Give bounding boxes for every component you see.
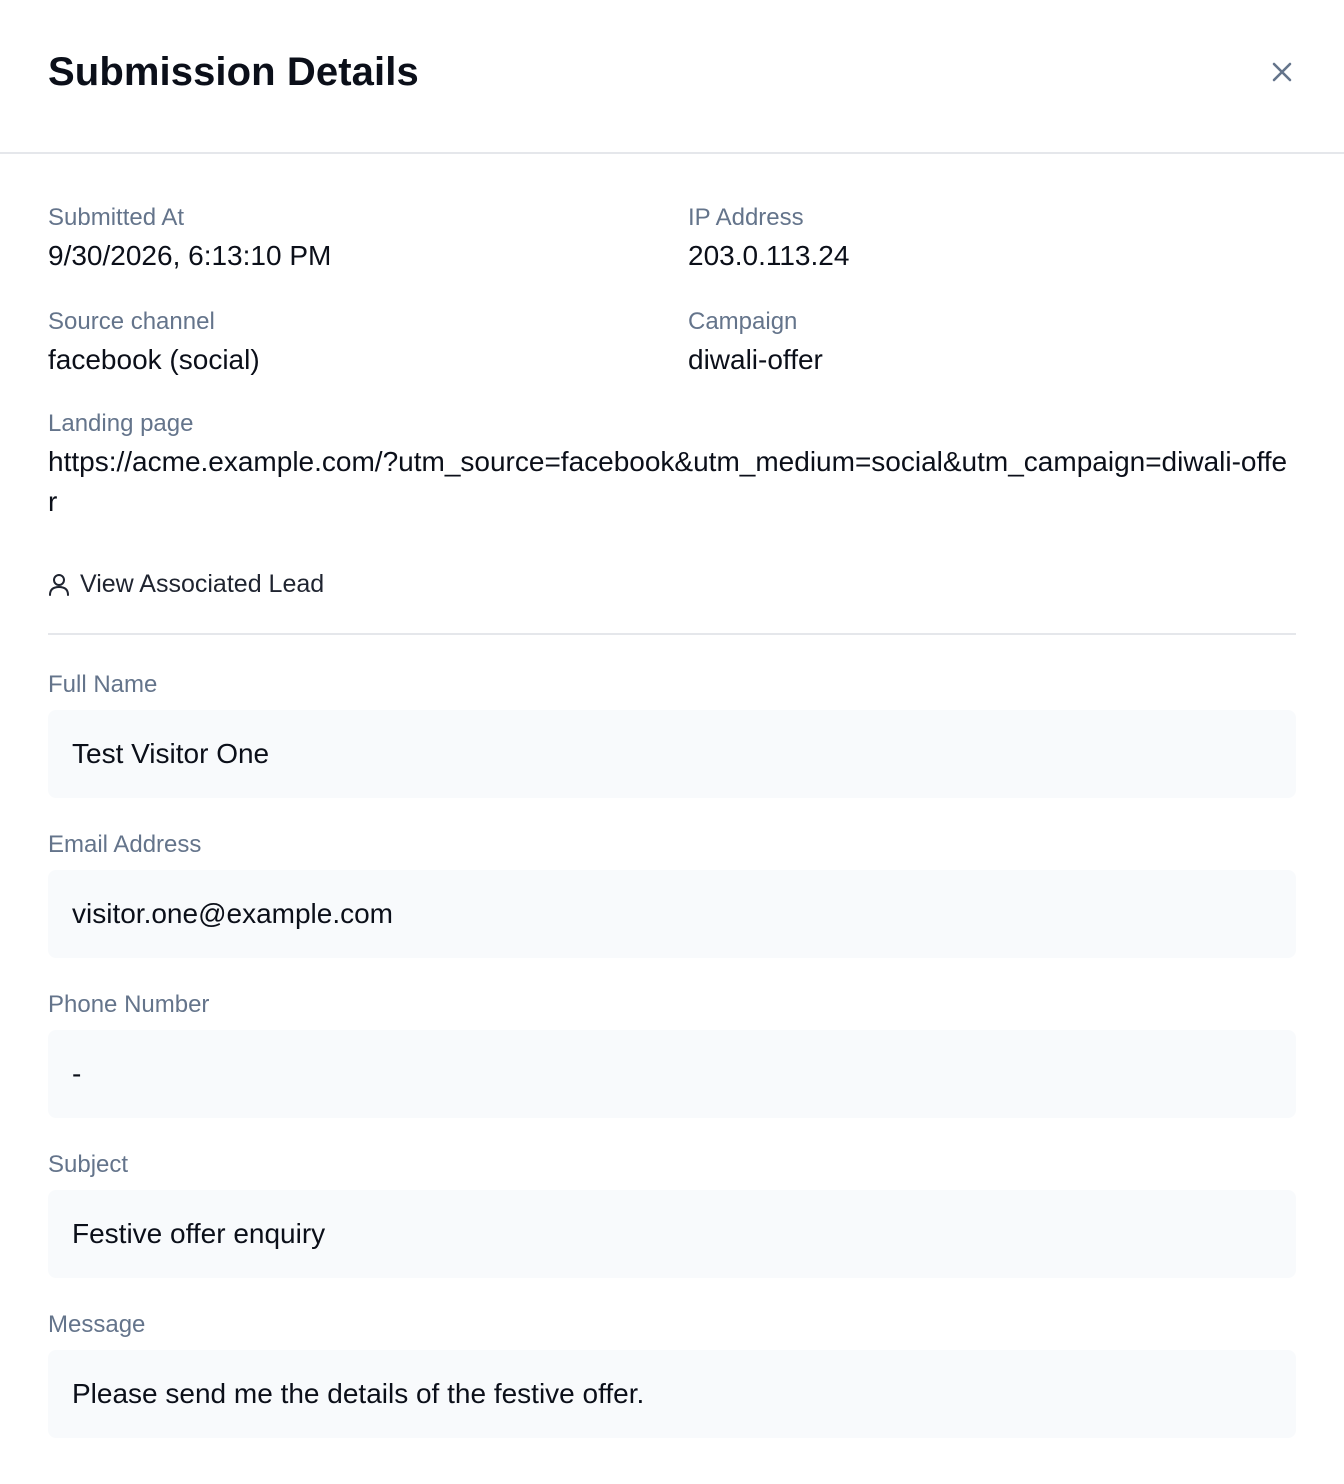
subject-field: Subject Festive offer enquiry xyxy=(48,1150,1296,1278)
submission-details-modal: Submission Details Submitted At 9/30/202… xyxy=(0,0,1344,1484)
modal-title: Submission Details xyxy=(48,50,419,94)
view-associated-lead-label: View Associated Lead xyxy=(80,570,325,598)
full-name-label: Full Name xyxy=(48,671,158,698)
landing-page-label: Landing page xyxy=(48,410,194,437)
source-channel: Source channel facebook (social) xyxy=(48,308,648,378)
landing-page: Landing page https://acme.example.com/?u… xyxy=(48,410,1296,522)
email-value: visitor.one@example.com xyxy=(72,898,394,929)
email-value-box: visitor.one@example.com xyxy=(48,870,1296,958)
submission-meta: Submitted At 9/30/2026, 6:13:10 PM IP Ad… xyxy=(48,154,1296,384)
user-icon xyxy=(49,573,69,596)
landing-page-value: https://acme.example.com/?utm_source=fac… xyxy=(48,446,1288,517)
email-field: Email Address visitor.one@example.com xyxy=(48,830,1296,958)
phone-value-box: - xyxy=(48,1030,1296,1118)
message-value: Please send me the details of the festiv… xyxy=(72,1378,645,1409)
section-divider xyxy=(48,633,1296,635)
submitted-at-label: Submitted At xyxy=(48,204,185,231)
full-name-field: Full Name Test Visitor One xyxy=(48,670,1296,798)
campaign-value: diwali-offer xyxy=(688,344,823,375)
message-value-box: Please send me the details of the festiv… xyxy=(48,1350,1296,1438)
subject-label: Subject xyxy=(48,1151,129,1178)
email-label: Email Address xyxy=(48,831,202,858)
ip-address: IP Address 203.0.113.24 xyxy=(688,204,1288,274)
campaign-label: Campaign xyxy=(688,308,798,335)
submitted-at: Submitted At 9/30/2026, 6:13:10 PM xyxy=(48,204,648,274)
modal-body: Submitted At 9/30/2026, 6:13:10 PM IP Ad… xyxy=(48,154,1296,1438)
phone-label: Phone Number xyxy=(48,991,210,1018)
full-name-value: Test Visitor One xyxy=(72,738,270,769)
campaign: Campaign diwali-offer xyxy=(688,308,1288,378)
source-channel-label: Source channel xyxy=(48,308,215,335)
ip-address-label: IP Address xyxy=(688,204,804,231)
source-channel-value: facebook (social) xyxy=(48,344,260,375)
subject-value-box: Festive offer enquiry xyxy=(48,1190,1296,1278)
full-name-value-box: Test Visitor One xyxy=(48,710,1296,798)
subject-value: Festive offer enquiry xyxy=(72,1218,326,1249)
submitted-at-value: 9/30/2026, 6:13:10 PM xyxy=(48,240,332,271)
view-associated-lead-link[interactable]: View Associated Lead xyxy=(48,570,324,599)
close-button[interactable] xyxy=(1262,52,1302,92)
phone-value: - xyxy=(72,1058,82,1089)
modal-header: Submission Details xyxy=(0,0,1344,154)
ip-address-value: 203.0.113.24 xyxy=(688,240,850,271)
message-label: Message xyxy=(48,1311,146,1338)
message-field: Message Please send me the details of th… xyxy=(48,1310,1296,1438)
close-icon xyxy=(1272,62,1292,82)
phone-field: Phone Number - xyxy=(48,990,1296,1118)
